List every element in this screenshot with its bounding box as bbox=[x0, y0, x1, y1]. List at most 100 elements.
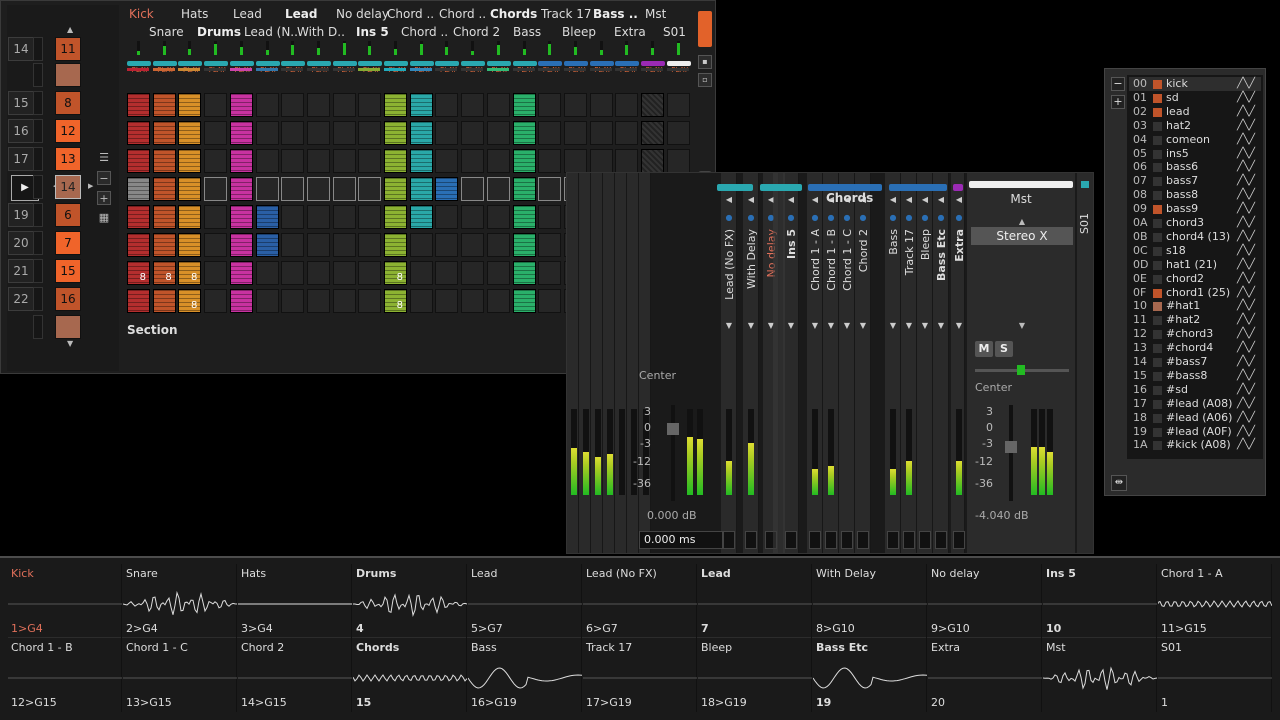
clip-slot-empty[interactable] bbox=[281, 205, 305, 229]
clip-slot-empty[interactable] bbox=[409, 289, 433, 313]
arranger-track-cell[interactable]: Bass 16>G19 bbox=[468, 638, 582, 712]
track-list-row[interactable]: 09 bass9 ╱╲╱ bbox=[1129, 202, 1261, 216]
window-icon[interactable]: ▫ bbox=[698, 73, 712, 87]
clip-slot-empty[interactable] bbox=[281, 149, 305, 173]
fold-arrow-icon[interactable]: ◀ bbox=[786, 195, 796, 205]
clip-slot-empty[interactable] bbox=[486, 93, 510, 117]
mute-button[interactable]: M bbox=[975, 341, 993, 357]
clip-slot-empty[interactable] bbox=[435, 205, 459, 229]
clip-slot[interactable]: 8 bbox=[152, 261, 176, 285]
clip-slot[interactable] bbox=[229, 93, 253, 117]
strip-name[interactable]: Chord 1 - B bbox=[825, 229, 838, 291]
envelope-icon[interactable]: ╱╲╱ bbox=[1237, 217, 1255, 228]
clip-slot-empty[interactable] bbox=[563, 149, 587, 173]
clip-slot[interactable] bbox=[384, 93, 407, 117]
clip-slot-empty[interactable] bbox=[332, 121, 356, 145]
fold-arrow-icon[interactable]: ◀ bbox=[810, 195, 820, 205]
scene-number[interactable]: 22 bbox=[8, 287, 34, 311]
track-list-row[interactable]: 01 sd ╱╲╱ bbox=[1129, 91, 1261, 105]
strip-footer-slot[interactable] bbox=[809, 531, 821, 549]
clip-slot-empty[interactable] bbox=[538, 261, 562, 285]
clip-slot[interactable]: 8 bbox=[384, 289, 407, 313]
clip-slot-empty[interactable] bbox=[435, 233, 459, 257]
fold-arrow-icon[interactable]: ◀ bbox=[920, 195, 930, 205]
track-name[interactable]: Track 17 bbox=[541, 7, 591, 21]
arranger-track-cell[interactable]: Chord 2 14>G15 bbox=[238, 638, 352, 712]
envelope-icon[interactable]: ╱╲╱ bbox=[1237, 300, 1255, 311]
arranger-track-cell[interactable]: Bass Etc 19 bbox=[813, 638, 927, 712]
envelope-icon[interactable]: ╱╲╱ bbox=[1237, 342, 1255, 353]
clip-slot-empty[interactable] bbox=[332, 149, 356, 173]
clip-slot-empty[interactable] bbox=[615, 93, 639, 117]
clip-slot[interactable] bbox=[409, 205, 433, 229]
clip-slot-empty[interactable] bbox=[332, 261, 356, 285]
clip-slot[interactable] bbox=[255, 205, 279, 229]
fold-arrow-icon[interactable]: ◀ bbox=[888, 195, 898, 205]
scene-number[interactable]: 14 bbox=[8, 37, 34, 61]
track-list-row[interactable]: 11 #hat2 ╱╲╱ bbox=[1129, 313, 1261, 327]
clip-slot-empty[interactable] bbox=[281, 93, 305, 117]
clip-slot[interactable] bbox=[229, 261, 253, 285]
clip-slot-empty[interactable] bbox=[589, 121, 613, 145]
track-name[interactable]: No delay bbox=[336, 7, 389, 21]
clip-slot-empty[interactable] bbox=[486, 205, 510, 229]
arranger-track-cell[interactable]: Chords 15 bbox=[353, 638, 467, 712]
arranger-track-cell[interactable]: No delay 9>G10 bbox=[928, 564, 1042, 638]
clip-slot[interactable] bbox=[152, 205, 176, 229]
clip-slot[interactable] bbox=[255, 233, 279, 257]
track-list-row[interactable]: 18 #lead (A06) ╱╲╱ bbox=[1129, 411, 1261, 425]
arranger-track-cell[interactable]: Kick 1>G4 bbox=[8, 564, 122, 638]
clip-slot-empty[interactable] bbox=[409, 261, 433, 285]
strip-footer-slot[interactable] bbox=[723, 531, 735, 549]
clip-slot-empty[interactable] bbox=[486, 289, 510, 313]
clip-slot-empty[interactable] bbox=[358, 149, 382, 173]
clip-slot[interactable] bbox=[512, 149, 536, 173]
envelope-icon[interactable]: ╱╲╱ bbox=[1237, 412, 1255, 423]
dropdown-arrow-icon[interactable]: ▼ bbox=[904, 321, 914, 331]
arranger-track-cell[interactable]: Lead (No FX) 6>G7 bbox=[583, 564, 697, 638]
track-name[interactable]: Bass bbox=[513, 25, 541, 39]
pan-knob[interactable] bbox=[1017, 365, 1025, 375]
arranger-track-cell[interactable]: Hats 3>G4 bbox=[238, 564, 352, 638]
scene-slot[interactable] bbox=[33, 37, 43, 61]
strip-footer-slot[interactable] bbox=[857, 531, 869, 549]
envelope-icon[interactable]: ╱╲╱ bbox=[1237, 398, 1255, 409]
clip-slot-empty[interactable] bbox=[306, 93, 330, 117]
clip-slot-empty[interactable] bbox=[255, 93, 279, 117]
clip-slot[interactable] bbox=[127, 205, 150, 229]
clip-slot-empty[interactable] bbox=[538, 93, 562, 117]
clip-slot[interactable] bbox=[512, 261, 536, 285]
track-list-row[interactable]: 07 bass7 ╱╲╱ bbox=[1129, 174, 1261, 188]
clip-slot[interactable] bbox=[127, 93, 150, 117]
clip-slot[interactable] bbox=[409, 177, 433, 201]
fold-arrow-icon[interactable]: ◀ bbox=[904, 195, 914, 205]
clip-slot-empty[interactable] bbox=[306, 121, 330, 145]
strip-footer-slot[interactable] bbox=[919, 531, 931, 549]
clip-slot-empty[interactable] bbox=[306, 205, 330, 229]
clip-slot-empty[interactable] bbox=[461, 177, 485, 201]
mixer-dot-icon[interactable]: ● bbox=[810, 213, 820, 223]
dropdown-arrow-icon[interactable]: ▼ bbox=[826, 321, 836, 331]
scene-number[interactable]: 20 bbox=[8, 231, 34, 255]
dropdown-arrow-icon[interactable]: ▼ bbox=[888, 321, 898, 331]
strip-name[interactable]: With Delay bbox=[745, 229, 758, 289]
track-name[interactable]: Snare bbox=[149, 25, 184, 39]
clip-slot-empty[interactable] bbox=[204, 149, 228, 173]
clip-slot[interactable] bbox=[127, 177, 150, 201]
envelope-icon[interactable]: ╱╲╱ bbox=[1237, 92, 1255, 103]
clip-slot-empty[interactable] bbox=[435, 289, 459, 313]
arranger-track-cell[interactable]: Mst bbox=[1043, 638, 1157, 712]
track-name[interactable]: Lead bbox=[285, 7, 317, 21]
clip-slot[interactable] bbox=[384, 149, 407, 173]
scene-color-button[interactable]: 8 bbox=[55, 91, 81, 115]
track-list-row[interactable]: 13 #chord4 ╱╲╱ bbox=[1129, 341, 1261, 355]
clip-slot[interactable] bbox=[384, 121, 407, 145]
envelope-icon[interactable]: ╱╲╱ bbox=[1237, 384, 1255, 395]
mixer-dot-icon[interactable]: ● bbox=[746, 213, 756, 223]
clip-slot[interactable] bbox=[152, 289, 176, 313]
track-name[interactable]: Lead bbox=[233, 7, 262, 21]
clip-slot[interactable] bbox=[152, 121, 176, 145]
scroll-up-icon[interactable]: ▲ bbox=[67, 25, 73, 34]
clip-slot-empty[interactable] bbox=[204, 121, 228, 145]
scene-number[interactable]: 16 bbox=[8, 119, 34, 143]
